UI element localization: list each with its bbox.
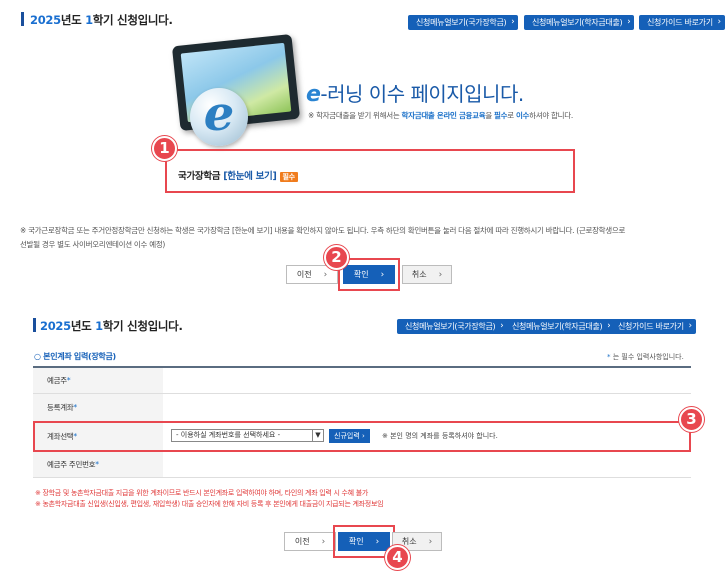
step-marker-1: 1	[152, 136, 177, 161]
notice-text: ※ 국가근로장학금 또는 주거안정장학금만 신청하는 학생은 국가장학금 [한눈…	[20, 226, 626, 249]
manual-loan-button-2[interactable]: 신청메뉴얼보기(학자금대출)	[504, 319, 615, 334]
cancel-button[interactable]: 취소 ›	[402, 265, 452, 284]
required-badge: 필수	[279, 172, 298, 182]
step3-highlight-box	[33, 421, 691, 452]
manual-loan-button[interactable]: 신청메뉴얼보기(학자금대출)	[524, 15, 635, 30]
circle-bullet-icon: ○	[34, 352, 44, 361]
hero-subtext: ※ 학자금대출을 받기 위해서는 학자금대출 온라인 금융교육을 필수로 이수하…	[308, 111, 573, 120]
step-marker-3: 3	[679, 407, 704, 432]
title-bar-accent	[21, 12, 24, 26]
confirm-button[interactable]: 확인 ›	[343, 265, 395, 284]
page-title: 2025년도 1학기 신청입니다.	[30, 13, 173, 27]
form-row-account-holder: 예금주 *	[33, 368, 691, 394]
warning-line-2: ※ 농촌학자금대출 신입생(신입생, 편입생, 재입학생) 대출 승인자에 한해…	[35, 500, 384, 508]
e-learning-logo-icon: e	[190, 88, 248, 146]
step-marker-2: 2	[324, 245, 349, 270]
prev-button-2[interactable]: 이전 ›	[284, 532, 336, 551]
overview-link[interactable]: [한눈에 보기]	[223, 171, 277, 182]
form-row-holder-id: 예금주 주민번호 *	[33, 452, 691, 478]
title-bar-accent-2	[33, 318, 36, 332]
section-title: ○ 본인계좌 입력(장학금)	[34, 352, 116, 361]
hero-heading: e-러닝 이수 페이지입니다.	[306, 82, 524, 107]
required-note: * 는 필수 입력사항입니다.	[607, 353, 684, 361]
guide-shortcut-button-2[interactable]: 신청가이드 바로가기	[610, 319, 696, 334]
confirm-button-2[interactable]: 확인 ›	[338, 532, 390, 551]
warning-line-1: ※ 장학금 및 농촌학자금대출 지급을 위한 계좌이므로 반드시 본인계좌로 입…	[35, 489, 369, 497]
national-scholarship-card: 국가장학금 [한눈에 보기] 필수	[178, 168, 298, 182]
guide-shortcut-button[interactable]: 신청가이드 바로가기	[639, 15, 725, 30]
step-marker-4: 4	[385, 545, 410, 570]
form-row-registered-account: 등록계좌 *	[33, 394, 691, 422]
page-title-2: 2025년도 1학기 신청입니다.	[40, 319, 183, 333]
manual-scholarship-button[interactable]: 신청메뉴얼보기(국가장학금)	[408, 15, 519, 30]
manual-scholarship-button-2[interactable]: 신청메뉴얼보기(국가장학금)	[397, 319, 508, 334]
